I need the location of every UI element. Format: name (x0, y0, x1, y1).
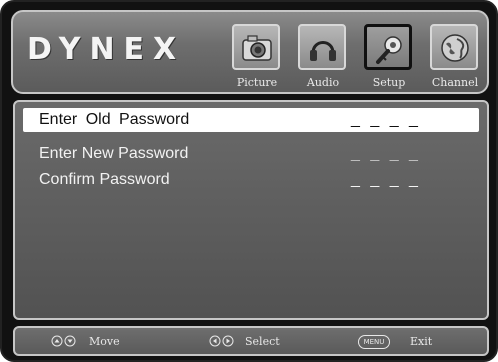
tab-label: Audio (306, 76, 340, 89)
tab-audio[interactable]: Audio (295, 24, 351, 90)
setup-icon (364, 24, 412, 70)
up-down-arrows-icon (51, 335, 76, 347)
menu-button-icon: MENU (358, 335, 390, 349)
tab-label: Setup (372, 76, 406, 89)
select-hint: Select (209, 334, 309, 350)
move-label: Move (89, 335, 120, 348)
menu-header: DYNEX Picture Audio Setup Channel (11, 10, 489, 94)
tab-picture[interactable]: Picture (229, 24, 285, 90)
tab-label: Picture (236, 76, 278, 89)
exit-label: Exit (410, 335, 433, 348)
password-panel: Enter Old Password _ _ _ _ Enter New Pas… (13, 100, 489, 320)
move-hint: Move (51, 334, 141, 350)
confirm-password-field[interactable]: _ _ _ _ (351, 168, 421, 192)
channel-icon (430, 24, 478, 70)
confirm-password-row[interactable]: Confirm Password _ _ _ _ (23, 168, 479, 192)
confirm-password-label: Confirm Password (39, 171, 170, 188)
tab-setup[interactable]: Setup (361, 24, 417, 90)
tab-label: Channel (431, 76, 479, 89)
picture-icon (232, 24, 280, 70)
old-password-field[interactable]: _ _ _ _ (351, 108, 421, 132)
control-hint-bar: Move Select MENU Exit (13, 326, 489, 356)
tab-channel[interactable]: Channel (427, 24, 483, 90)
brand-logo: DYNEX (27, 32, 186, 67)
tv-osd-screen: DYNEX Picture Audio Setup Channel Enter … (0, 0, 498, 362)
new-password-row[interactable]: Enter New Password _ _ _ _ (23, 142, 479, 166)
old-password-label: Enter Old Password (39, 111, 190, 128)
new-password-label: Enter New Password (39, 145, 189, 162)
left-right-arrows-icon (209, 335, 234, 347)
new-password-field[interactable]: _ _ _ _ (351, 142, 421, 166)
audio-icon (298, 24, 346, 70)
exit-hint: MENU Exit (358, 334, 458, 350)
old-password-row[interactable]: Enter Old Password _ _ _ _ (23, 108, 479, 132)
select-label: Select (245, 335, 280, 348)
